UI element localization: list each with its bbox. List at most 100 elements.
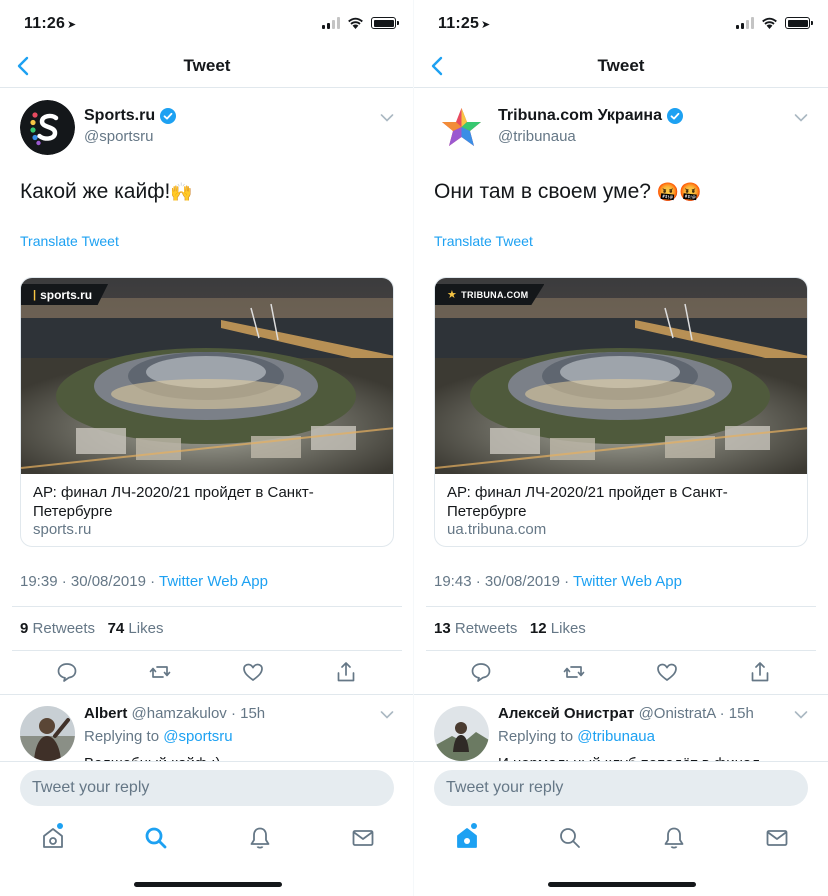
search-icon[interactable] [143, 825, 169, 851]
comment-icon[interactable] [55, 660, 79, 684]
location-icon: ➤ [67, 19, 77, 31]
status-time: 11:25 ➤ [438, 15, 491, 32]
share-icon[interactable] [748, 660, 772, 684]
reply-input[interactable]: Tweet your reply [20, 770, 394, 806]
notification-dot [57, 823, 63, 829]
compose-area: Tweet your reply [414, 761, 828, 813]
translate-tweet-link[interactable]: Translate Tweet [20, 233, 119, 249]
retweets-count: 13 [434, 620, 451, 637]
home-indicator [548, 882, 696, 887]
link-card[interactable]: | sports.ru АР: финал ЛЧ-2020/21 пройдет … [20, 277, 394, 547]
chevron-down-icon[interactable] [380, 710, 394, 720]
search-icon[interactable] [557, 825, 583, 851]
wifi-icon [348, 17, 363, 29]
location-icon: ➤ [481, 19, 491, 31]
card-domain: sports.ru [33, 521, 92, 538]
replying-to: Replying to @sportsru [84, 728, 233, 745]
tweet-text: Они там в своем уме? 🤬🤬 [434, 180, 702, 203]
handle[interactable]: @tribunaua [498, 128, 576, 145]
handle[interactable]: @sportsru [84, 128, 153, 145]
avatar[interactable] [434, 706, 489, 761]
divider [426, 650, 816, 651]
likes-count: 12 [529, 620, 547, 637]
tab-bar [414, 813, 828, 896]
tweet-actions [0, 660, 414, 688]
tab-bar [0, 813, 414, 896]
nav-bar: Tweet [414, 46, 828, 88]
chevron-down-icon[interactable] [794, 710, 808, 720]
card-title[interactable]: АР: финал ЛЧ-2020/21 пройдет в Санкт-Пет… [33, 483, 383, 521]
page-title: Tweet [183, 56, 231, 75]
comment-icon[interactable] [469, 660, 493, 684]
stadium-image [435, 278, 807, 474]
reply-input[interactable]: Tweet your reply [434, 770, 808, 806]
tweet-timestamp: 19:43 · 30/08/2019 · Twitter Web App [434, 573, 682, 590]
battery-icon [371, 17, 399, 29]
emoji: 🙌 [170, 181, 193, 202]
chevron-down-icon[interactable] [380, 113, 394, 123]
tweet-timestamp: 19:39 · 30/08/2019 · Twitter Web App [20, 573, 268, 590]
replying-to: Replying to @tribunaua [498, 728, 655, 745]
mail-icon[interactable] [764, 825, 790, 851]
verified-badge-icon [667, 108, 683, 124]
retweet-icon[interactable] [148, 660, 172, 684]
cellular-signal-icon [322, 17, 340, 29]
status-icons [736, 17, 813, 29]
chevron-down-icon[interactable] [794, 113, 808, 123]
home-icon[interactable] [40, 825, 66, 851]
home-indicator [134, 882, 282, 887]
divider [12, 650, 402, 651]
verified-badge-icon [160, 108, 177, 124]
mail-icon[interactable] [350, 825, 376, 851]
reply-author[interactable]: Алексей Онистрат @OnistratA · 15h [498, 705, 754, 722]
heart-icon[interactable] [241, 660, 265, 684]
status-bar: 11:26 ➤ [0, 0, 414, 46]
display-name[interactable]: Sports.ru [84, 107, 177, 125]
stadium-image [21, 278, 393, 474]
display-name[interactable]: Tribuna.com Украина [498, 107, 683, 125]
status-time: 11:26 ➤ [24, 15, 77, 32]
tweet-actions [414, 660, 828, 688]
tweet-screen-tribunaua: 11:25 ➤ Tweet Tribuna.com Украина @tribu… [414, 0, 828, 896]
divider [414, 694, 828, 695]
status-bar: 11:25 ➤ [414, 0, 828, 46]
link-card[interactable]: ★ TRIBUNA.COM АР: финал ЛЧ-2020/21 пройде… [434, 277, 808, 547]
notification-dot [471, 823, 477, 829]
status-icons [322, 17, 399, 29]
avatar[interactable] [20, 706, 75, 761]
divider [426, 606, 816, 607]
tweet-text: Какой же кайф!🙌 [20, 180, 193, 203]
nav-bar: Tweet [0, 46, 414, 88]
page-title: Tweet [597, 56, 645, 75]
card-source-badge: ★ TRIBUNA.COM [435, 284, 545, 305]
compose-area: Tweet your reply [0, 761, 414, 813]
divider [0, 694, 414, 695]
translate-tweet-link[interactable]: Translate Tweet [434, 233, 533, 249]
divider [12, 606, 402, 607]
battery-icon [785, 17, 813, 29]
wifi-icon [762, 17, 777, 29]
tweet-stats[interactable]: 13 Retweets 12 Likes [434, 620, 586, 637]
emoji: 🤬🤬 [656, 181, 702, 202]
bell-icon[interactable] [661, 825, 687, 851]
mention-link[interactable]: @tribunaua [577, 728, 655, 745]
reply-author[interactable]: Albert @hamzakulov · 15h [84, 705, 265, 722]
card-title[interactable]: АР: финал ЛЧ-2020/21 пройдет в Санкт-Пет… [447, 483, 797, 521]
retweet-icon[interactable] [562, 660, 586, 684]
heart-icon[interactable] [655, 660, 679, 684]
share-icon[interactable] [334, 660, 358, 684]
source-app-link[interactable]: Twitter Web App [159, 573, 268, 590]
card-source-badge: | sports.ru [21, 284, 109, 305]
card-domain: ua.tribuna.com [447, 521, 547, 538]
home-icon[interactable] [454, 825, 480, 851]
mention-link[interactable]: @sportsru [163, 728, 232, 745]
tweet-screen-sportsru: 11:26 ➤ Tweet Sports.ru @sportsru Какой … [0, 0, 414, 896]
bell-icon[interactable] [247, 825, 273, 851]
likes-count: 74 [107, 620, 125, 637]
cellular-signal-icon [736, 17, 754, 29]
tweet-stats[interactable]: 9 Retweets 74 Likes [20, 620, 163, 637]
source-app-link[interactable]: Twitter Web App [573, 573, 682, 590]
avatar[interactable] [20, 100, 75, 155]
retweets-count: 9 [20, 620, 29, 637]
avatar[interactable] [434, 100, 489, 155]
